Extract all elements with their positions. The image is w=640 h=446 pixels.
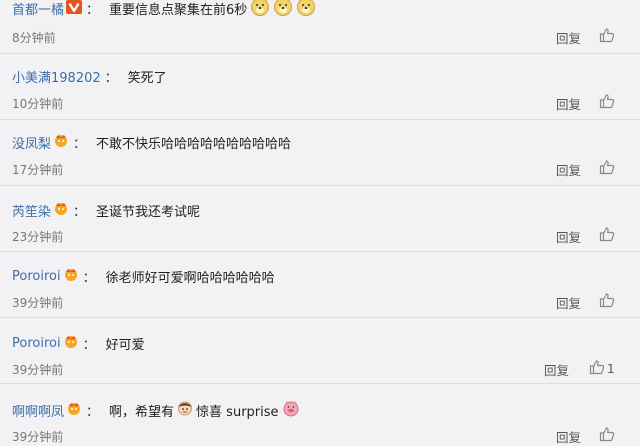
comment-text: 徐老师好可爱啊哈哈哈哈哈哈 [105, 270, 275, 286]
comment-item: 啊啊啊凤 ： 啊，希望有 惊喜 surprise 39分钟前 回复 [0, 384, 640, 446]
thumbs-up-icon [599, 426, 615, 446]
comment-text: 好可爱 [105, 337, 145, 353]
comment-text: 啊，希望有 惊喜 surprise [109, 399, 300, 421]
separator-colon: ： [104, 70, 118, 86]
doge-emoji-icon [273, 0, 293, 20]
like-button[interactable] [599, 292, 617, 312]
comment-text: 笑死了 [127, 70, 167, 86]
comment-time: 17分钟前 [12, 163, 64, 177]
like-button[interactable] [599, 159, 617, 179]
separator-colon: ： [82, 337, 96, 353]
comment-text: 不敢不快乐哈哈哈哈哈哈哈哈哈哈 [96, 136, 292, 152]
doge-emoji-icon [250, 0, 270, 20]
separator-colon: ： [86, 404, 100, 420]
thumbs-up-icon [599, 159, 615, 179]
crown-badge-icon [66, 400, 82, 420]
pig-emoji-icon [282, 399, 300, 421]
crown-badge-icon [63, 333, 79, 353]
comment-text-part: 啊，希望有 [109, 404, 175, 420]
thumbs-up-icon [599, 226, 615, 246]
separator-colon: ： [73, 136, 87, 152]
comment-time: 23分钟前 [12, 230, 64, 244]
comment-feed: 首都一橘 ： 重要信息点聚集在前6秒 8分钟前 回复 小美满198202 ： 笑… [0, 0, 640, 446]
comment-username[interactable]: 小美满198202 [12, 67, 101, 86]
comment-time: 39分钟前 [12, 363, 64, 377]
comment-time: 39分钟前 [12, 296, 64, 310]
separator-colon: ： [82, 270, 96, 286]
comment-item: Poroiroi ： 好可爱 39分钟前 回复 1 [0, 318, 640, 384]
comment-item: 首都一橘 ： 重要信息点聚集在前6秒 8分钟前 回复 [0, 0, 640, 54]
crown-badge-icon [53, 200, 69, 220]
comment-item: 芮笙染 ： 圣诞节我还考试呢 23分钟前 回复 [0, 186, 640, 252]
separator-colon: ： [73, 204, 87, 220]
comment-username[interactable]: 芮笙染 [12, 201, 51, 220]
boy-face-emoji-icon [177, 400, 193, 420]
crown-badge-icon [63, 266, 79, 286]
comment-item: 没凤梨 ： 不敢不快乐哈哈哈哈哈哈哈哈哈哈 17分钟前 回复 [0, 120, 640, 186]
thumbs-up-icon [589, 359, 605, 379]
thumbs-up-icon [599, 292, 615, 312]
comment-text: 重要信息点聚集在前6秒 [109, 0, 316, 20]
thumbs-up-icon [599, 93, 615, 113]
doge-emoji-icon [296, 0, 316, 20]
like-count: 1 [607, 362, 615, 376]
like-button[interactable]: 1 [589, 359, 615, 379]
like-button[interactable] [599, 27, 617, 47]
reply-button[interactable]: 回复 [556, 94, 581, 113]
comment-text-part: 惊喜 surprise [196, 404, 279, 420]
comment-item: Poroiroi ： 徐老师好可爱啊哈哈哈哈哈哈 39分钟前 回复 [0, 252, 640, 318]
reply-button[interactable]: 回复 [556, 28, 581, 47]
like-button[interactable] [599, 93, 617, 113]
comment-item: 小美满198202 ： 笑死了 10分钟前 回复 [0, 54, 640, 120]
like-button[interactable] [599, 226, 617, 246]
comment-username[interactable]: 没凤梨 [12, 133, 51, 152]
comment-username[interactable]: Poroiroi [12, 336, 61, 351]
reply-button[interactable]: 回复 [556, 427, 581, 446]
comment-username[interactable]: Poroiroi [12, 269, 61, 284]
comment-text-content: 重要信息点聚集在前6秒 [109, 2, 248, 18]
thumbs-up-icon [599, 27, 615, 47]
reply-button[interactable]: 回复 [556, 227, 581, 246]
comment-time: 8分钟前 [12, 31, 56, 45]
comment-time: 39分钟前 [12, 430, 64, 444]
separator-colon: ： [86, 2, 100, 18]
comment-username[interactable]: 首都一橘 [12, 0, 64, 18]
comment-text: 圣诞节我还考试呢 [96, 204, 201, 220]
vip-badge-icon [66, 0, 83, 18]
comment-time: 10分钟前 [12, 97, 64, 111]
comment-username[interactable]: 啊啊啊凤 [12, 401, 64, 420]
reply-button[interactable]: 回复 [556, 160, 581, 179]
reply-button[interactable]: 回复 [556, 293, 581, 312]
like-button[interactable] [599, 426, 617, 446]
reply-button[interactable]: 回复 [544, 360, 569, 379]
crown-badge-icon [53, 132, 69, 152]
